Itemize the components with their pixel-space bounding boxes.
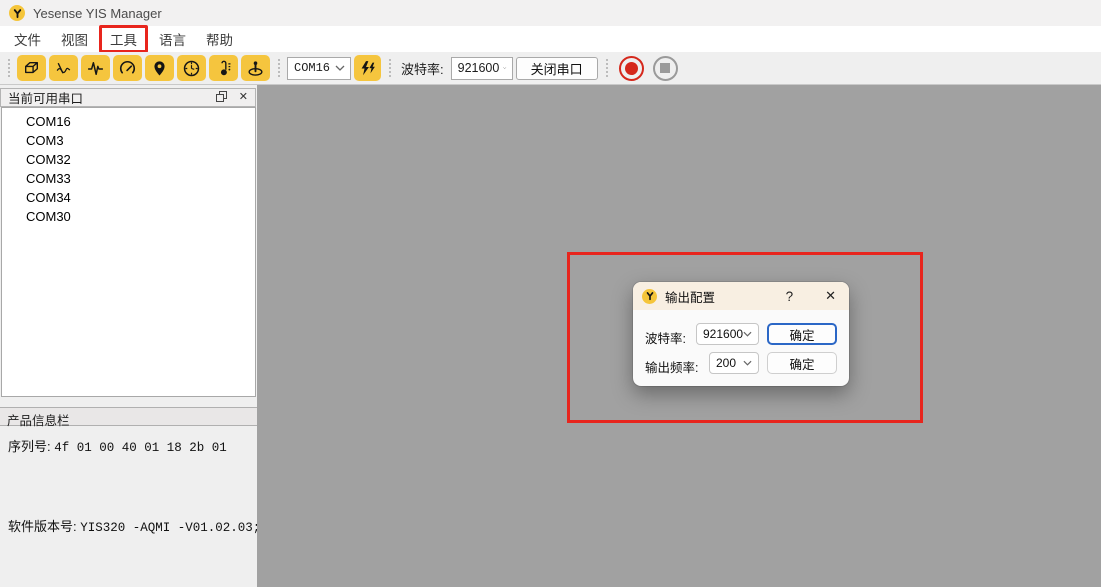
list-item-port[interactable]: COM30 xyxy=(2,207,255,226)
location-button[interactable] xyxy=(145,55,174,81)
toolbar-grip[interactable] xyxy=(604,57,609,79)
window-title: Yesense YIS Manager xyxy=(33,6,162,21)
list-item-port[interactable]: COM33 xyxy=(2,169,255,188)
cube-3d-icon xyxy=(22,59,41,78)
menu-help[interactable]: 帮助 xyxy=(196,26,243,52)
serial-number-line: 序列号: 4f 01 00 40 01 18 2b 01 xyxy=(8,436,227,455)
port-select[interactable]: COM16 xyxy=(287,57,351,80)
location-pin-icon xyxy=(150,59,169,78)
available-ports-list[interactable]: COM16 COM3 COM32 COM33 COM34 COM30 xyxy=(1,107,256,397)
menu-view[interactable]: 视图 xyxy=(51,26,98,52)
dialog-baud-ok-button[interactable]: 确定 xyxy=(767,323,837,345)
list-item-port[interactable]: COM32 xyxy=(2,150,255,169)
gauge-icon xyxy=(118,59,137,78)
menu-language[interactable]: 语言 xyxy=(149,26,196,52)
thermometer-icon xyxy=(214,59,233,78)
baud-rate-value: 921600 xyxy=(458,61,500,75)
chevron-down-icon xyxy=(503,65,506,71)
dialog-title-bar[interactable]: 输出配置 ? ✕ xyxy=(633,282,849,310)
list-item-port[interactable]: COM34 xyxy=(2,188,255,207)
lightning-refresh-icon xyxy=(358,59,377,78)
cube-3d-button[interactable] xyxy=(17,55,46,81)
dialog-close-button[interactable]: ✕ xyxy=(825,288,836,304)
dialog-freq-label: 输出频率: xyxy=(645,357,698,376)
stop-button[interactable] xyxy=(653,56,678,81)
stop-icon xyxy=(660,63,670,73)
dialog-help-button[interactable]: ? xyxy=(786,289,794,304)
list-item-port[interactable]: COM16 xyxy=(2,112,255,131)
dialog-title: 输出配置 xyxy=(665,287,715,306)
dialog-baud-select[interactable]: 921600 xyxy=(696,323,759,345)
title-bar: Yesense YIS Manager xyxy=(0,0,1101,26)
product-info-header: 产品信息栏 xyxy=(0,407,257,426)
record-icon xyxy=(625,62,638,75)
serial-number-label: 序列号: xyxy=(8,439,51,454)
magnetometer-button[interactable] xyxy=(241,55,270,81)
magnetometer-icon xyxy=(246,59,265,78)
yesense-logo-icon xyxy=(642,289,657,304)
dialog-freq-select[interactable]: 200 xyxy=(709,352,759,374)
dock-title: 当前可用串口 xyxy=(8,88,83,107)
dock-close-icon[interactable]: ✕ xyxy=(239,92,248,103)
menu-file[interactable]: 文件 xyxy=(4,26,51,52)
utc-clock-button[interactable] xyxy=(177,55,206,81)
software-version-line: 软件版本号: YIS320 -AQMI -V01.02.03; xyxy=(8,516,260,535)
dialog-baud-value: 921600 xyxy=(703,327,743,341)
yesense-logo-icon xyxy=(9,5,25,21)
menu-bar: 文件 视图 工具 语言 帮助 xyxy=(0,26,1101,52)
refresh-ports-button[interactable] xyxy=(354,55,381,81)
utc-clock-icon xyxy=(182,59,201,78)
dock-float-icon[interactable] xyxy=(216,91,227,105)
attitude-wave-button[interactable] xyxy=(49,55,78,81)
toolbar: COM16 波特率: 921600 关闭串口 xyxy=(0,52,1101,85)
waveform-button[interactable] xyxy=(81,55,110,81)
attitude-wave-icon xyxy=(54,59,73,78)
port-select-value: COM16 xyxy=(294,61,331,75)
list-item-port[interactable]: COM3 xyxy=(2,131,255,150)
baud-rate-label: 波特率: xyxy=(401,59,444,78)
thermometer-button[interactable] xyxy=(209,55,238,81)
dialog-freq-ok-button[interactable]: 确定 xyxy=(767,352,837,374)
serial-port-dock-panel: 当前可用串口 ✕ COM16 COM3 COM32 COM33 COM34 CO… xyxy=(0,85,257,587)
chevron-down-icon xyxy=(335,65,345,71)
dialog-baud-label: 波特率: xyxy=(645,328,686,347)
toolbar-grip[interactable] xyxy=(387,57,392,79)
software-version-label: 软件版本号: xyxy=(8,519,77,534)
close-serial-port-button[interactable]: 关闭串口 xyxy=(516,57,598,80)
baud-rate-select[interactable]: 921600 xyxy=(451,57,513,80)
record-button[interactable] xyxy=(619,56,644,81)
menu-tools[interactable]: 工具 xyxy=(99,25,148,53)
dialog-freq-value: 200 xyxy=(716,356,743,370)
output-config-dialog: 输出配置 ? ✕ 波特率: 921600 确定 输出频率: 200 确定 xyxy=(633,282,849,386)
dock-header: 当前可用串口 ✕ xyxy=(0,88,256,107)
serial-number-value: 4f 01 00 40 01 18 2b 01 xyxy=(54,441,227,455)
toolbar-grip[interactable] xyxy=(6,57,11,79)
waveform-icon xyxy=(86,59,105,78)
chevron-down-icon xyxy=(743,331,752,337)
chevron-down-icon xyxy=(743,360,752,366)
toolbar-grip[interactable] xyxy=(276,57,281,79)
software-version-value: YIS320 -AQMI -V01.02.03; xyxy=(80,521,260,535)
gauge-button[interactable] xyxy=(113,55,142,81)
